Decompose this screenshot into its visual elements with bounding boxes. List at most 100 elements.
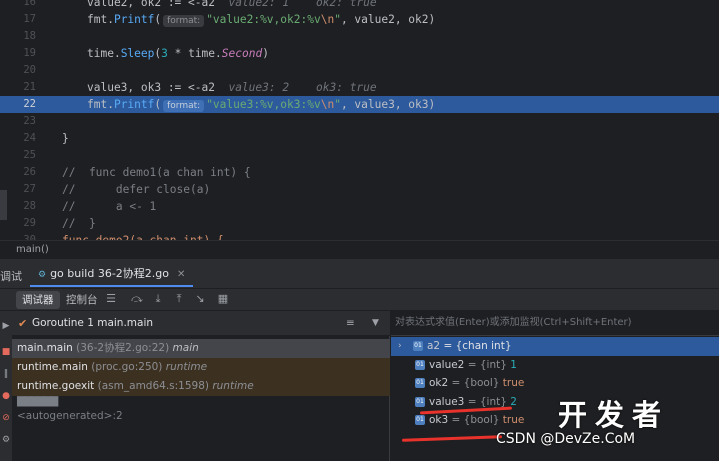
frame-function: main.main [17, 342, 73, 354]
code-token: \n [320, 13, 335, 26]
code-line[interactable]: 29// } [0, 215, 719, 232]
line-number[interactable]: 20 [0, 62, 36, 79]
code-line[interactable]: 21 value3, ok3 := <-a2 value3: 2 ok3: tru… [0, 79, 719, 96]
step-into-icon[interactable]: ⤓ [151, 292, 165, 306]
code-line[interactable]: 23 [0, 113, 719, 130]
line-number[interactable]: 26 [0, 164, 36, 181]
menu-icon[interactable]: ☰ [104, 292, 118, 306]
tab-console[interactable]: 控制台 [60, 291, 104, 309]
code-line[interactable]: 26 // func demo1(a chan int) { [0, 164, 719, 181]
code-text: time.Sleep(3 * time.Second) [87, 45, 269, 62]
evaluate-expression-input[interactable]: 对表达式求值(Enter)或添加监视(Ctrl+Shift+Enter) [391, 311, 719, 336]
debug-window-title: 调试 [0, 270, 22, 283]
debug-session-tab[interactable]: ⚙ go build 36-2协程2.go ✕ [30, 263, 194, 287]
code-token: fmt. [87, 13, 114, 26]
line-number[interactable]: 17 [0, 11, 36, 28]
code-token: Second [221, 47, 263, 60]
code-token: , value3, ok3) [340, 98, 436, 111]
variable-text: a2 = {chan int} [427, 337, 512, 356]
close-tab-icon[interactable]: ✕ [177, 269, 185, 280]
variable-name: ok3 [429, 414, 449, 426]
resume-icon[interactable]: ▶ [1, 321, 11, 331]
line-number[interactable]: 21 [0, 79, 36, 96]
code-token: ( [154, 98, 162, 111]
code-line[interactable]: 27// defer close(a) [0, 181, 719, 198]
line-number[interactable]: 23 [0, 113, 36, 130]
code-text: func demo2(a chan int) { [62, 232, 224, 240]
variable-type: = {int} [464, 395, 511, 408]
code-line[interactable]: 24} [0, 130, 719, 147]
code-line-current[interactable]: 22 fmt.Printf(format: "value3:%v,ok3:%v\n"… [0, 96, 719, 113]
variable-value: true [502, 414, 525, 426]
settings-icon[interactable]: ⚙ [1, 435, 11, 445]
variable-row[interactable]: › 01 a2 = {chan int} [391, 337, 719, 356]
line-number[interactable]: 30 [0, 232, 36, 240]
code-token: } [62, 132, 69, 145]
line-number[interactable]: 24 [0, 130, 36, 147]
variable-icon: 01 [413, 341, 423, 351]
debug-toolbar: 调试器 控制台 ☰ ⤼ ⤓ ⤒ ↘ ▦ [0, 289, 719, 311]
frame-autogenerated[interactable]: <autogenerated>:2 [17, 410, 123, 422]
code-text: value3, ok3 := <-a2 value3: 2 ok3: true [87, 79, 377, 96]
variable-icon: 01 [415, 415, 425, 425]
frames-separator: ▇▇▇▇▇▇ [17, 396, 58, 407]
chevron-right-icon[interactable]: › [398, 337, 402, 356]
code-token: value2: 1 ok2: true [214, 0, 377, 9]
watermark-logo-text: 开发者 [558, 398, 670, 432]
code-line[interactable]: 16 value2, ok2 := <-a2 value2: 1 ok2: tru… [0, 0, 719, 11]
variable-type: = {int} [464, 358, 511, 371]
variable-row[interactable]: 01 value3 = {int} 2 [391, 393, 719, 412]
tab-debugger[interactable]: 调试器 [16, 291, 60, 309]
run-to-cursor-icon[interactable]: ↘ [193, 292, 207, 306]
code-token: // defer close(a) [62, 183, 211, 196]
variable-row[interactable]: 01 ok3 = {bool} true [391, 411, 719, 430]
variable-type: = {bool} [448, 414, 503, 426]
line-number[interactable]: 19 [0, 45, 36, 62]
stop-icon[interactable]: ■ [1, 347, 11, 357]
code-token: " [334, 13, 341, 26]
code-token: * time. [167, 47, 222, 60]
code-line[interactable]: 25 [0, 147, 719, 164]
code-line[interactable]: 28// a <- 1 [0, 198, 719, 215]
code-text: // func demo1(a chan int) { [62, 164, 251, 181]
watermark-text: CSDN @DevZe.CoM [496, 431, 636, 447]
variable-name: value2 [429, 358, 465, 371]
breadcrumb[interactable]: main() [0, 240, 719, 259]
parameter-hint: format: [163, 15, 205, 27]
code-token: // a <- 1 [62, 200, 157, 213]
variable-value: 2 [510, 395, 517, 408]
code-line[interactable]: 17 fmt.Printf(format: "value2:%v,ok2:%v\n"… [0, 11, 719, 28]
frame-location: (asm_amd64.s:1598) [94, 380, 213, 392]
code-line[interactable]: 19 time.Sleep(3 * time.Second) [0, 45, 719, 62]
line-number[interactable]: 18 [0, 28, 36, 45]
line-number[interactable]: 22 [0, 96, 36, 113]
code-token: fmt. [87, 98, 114, 111]
stack-frame[interactable]: runtime.goexit (asm_amd64.s:1598) runtim… [12, 377, 390, 396]
variable-row[interactable]: 01 ok2 = {bool} true [391, 374, 719, 393]
chevron-down-icon[interactable]: ▼ [372, 311, 379, 336]
step-out-icon[interactable]: ⤒ [172, 292, 186, 306]
code-token: \n [320, 98, 335, 111]
mute-breakpoints-icon[interactable]: ⊘ [1, 413, 11, 423]
stack-frame[interactable]: main.main (36-2协程2.go:22) main [12, 339, 390, 358]
code-token: ) [262, 47, 269, 60]
thread-selector[interactable]: ✔ Goroutine 1 main.main ≡ ▼ [12, 311, 390, 336]
code-token: ( [154, 13, 162, 26]
code-token: , value2, ok2) [340, 13, 436, 26]
code-text: fmt.Printf(format: "value3:%v,ok3:%v\n", … [87, 96, 435, 113]
code-editor[interactable]: 16 value2, ok2 := <-a2 value2: 1 ok2: tru… [0, 0, 719, 240]
variable-row[interactable]: 01 value2 = {int} 1 [391, 356, 719, 375]
pause-icon[interactable]: ‖ [1, 369, 11, 379]
code-line[interactable]: 18 [0, 28, 719, 45]
stack-frame[interactable]: runtime.main (proc.go:250) runtime [12, 358, 390, 377]
code-line[interactable]: 30 func demo2(a chan int) { [0, 232, 719, 240]
variable-name: a2 [427, 340, 441, 352]
step-over-icon[interactable]: ⤼ [130, 292, 144, 306]
code-token: " [334, 98, 341, 111]
breakpoints-icon[interactable]: ● [1, 391, 11, 401]
table-view-icon[interactable]: ▦ [216, 292, 230, 306]
line-number[interactable]: 25 [0, 147, 36, 164]
filter-icon[interactable]: ≡ [346, 311, 355, 336]
code-line[interactable]: 20 [0, 62, 719, 79]
line-number[interactable]: 16 [0, 0, 36, 11]
